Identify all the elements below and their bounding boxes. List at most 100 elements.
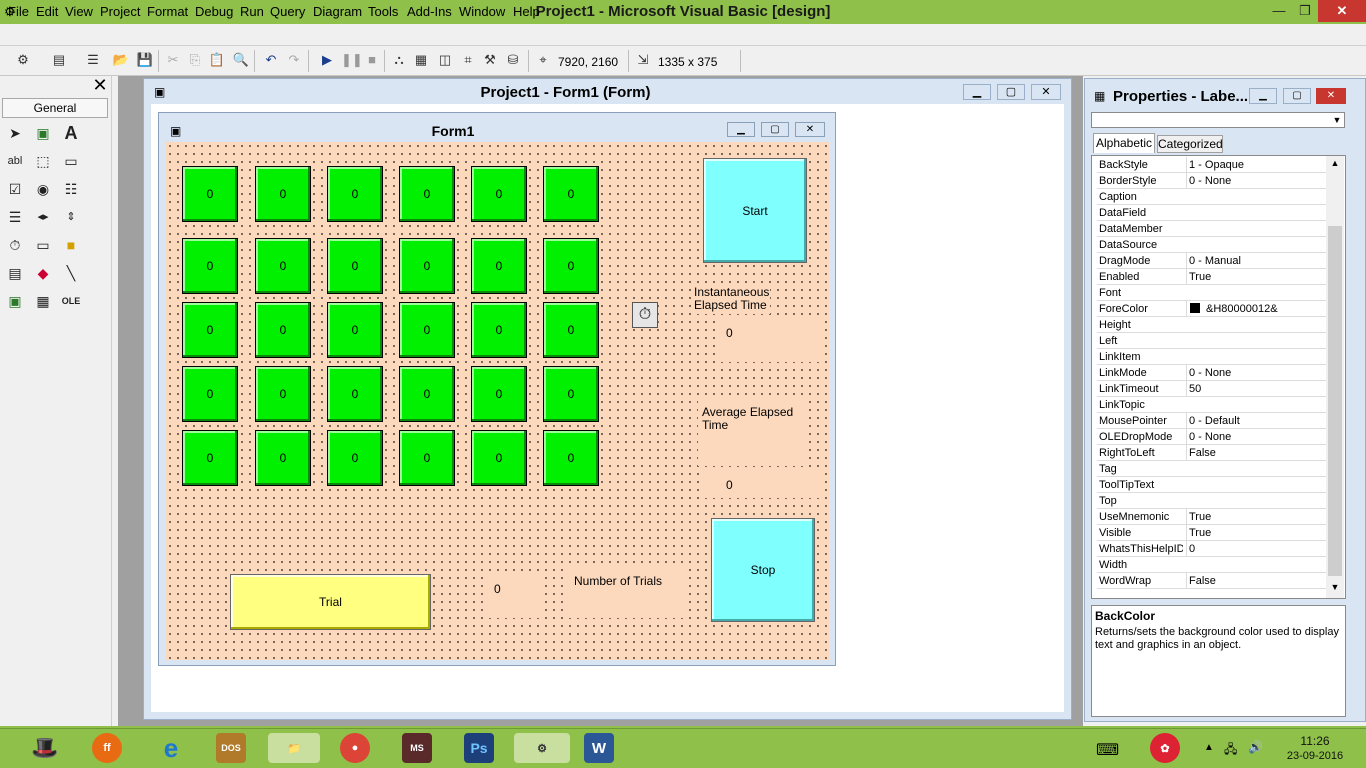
scroll-thumb[interactable] (1328, 226, 1342, 576)
property-row[interactable]: Visible True (1097, 525, 1326, 541)
ole-icon[interactable]: OLE (60, 290, 82, 312)
property-value[interactable]: 0 - None (1186, 173, 1326, 189)
tile-label[interactable]: 0 (471, 302, 527, 358)
property-value[interactable]: False (1186, 445, 1326, 461)
tile-label[interactable]: 0 (182, 302, 238, 358)
tile-label[interactable]: 0 (543, 238, 599, 294)
menu-help[interactable]: Help (513, 4, 540, 19)
menu-editor-icon[interactable]: ☰ (84, 51, 102, 69)
tab-categorized[interactable]: Categorized (1157, 135, 1223, 153)
property-value[interactable]: 1 - Opaque (1186, 157, 1326, 173)
tile-label[interactable]: 0 (327, 366, 383, 422)
save-project-icon[interactable]: 💾 (136, 51, 154, 69)
property-row[interactable]: Height (1097, 317, 1326, 333)
close-icon[interactable]: ✕ (92, 76, 108, 94)
tile-label[interactable]: 0 (255, 430, 311, 486)
label-icon[interactable]: A (60, 122, 82, 144)
notification-app-icon[interactable]: ✿ (1150, 733, 1180, 763)
property-row[interactable]: Font (1097, 285, 1326, 301)
tile-label[interactable]: 0 (255, 166, 311, 222)
property-row[interactable]: Enabled True (1097, 269, 1326, 285)
listbox-icon[interactable]: ☰ (4, 206, 26, 228)
property-value[interactable]: 50 (1186, 381, 1326, 397)
menu-file[interactable]: File (8, 4, 29, 19)
object-combo[interactable] (1091, 112, 1345, 128)
tile-label[interactable]: 0 (399, 238, 455, 294)
find-icon[interactable]: 🔍 (232, 51, 250, 69)
menu-tools[interactable]: Tools (368, 4, 398, 19)
project-explorer-icon[interactable]: ⛬ (390, 51, 408, 69)
scroll-up-icon[interactable]: ▲ (1328, 158, 1342, 172)
dosbox-icon[interactable]: DOS (216, 733, 246, 763)
pause-icon[interactable]: ❚❚ (341, 51, 363, 69)
drivelistbox-icon[interactable]: ▭ (32, 234, 54, 256)
data-view-icon[interactable]: ⛁ (504, 51, 522, 69)
maximize-icon[interactable]: ▢ (997, 84, 1025, 100)
property-value[interactable]: True (1186, 509, 1326, 525)
tile-label[interactable]: 0 (327, 166, 383, 222)
minimize-icon[interactable]: ▁ (963, 84, 991, 100)
volume-icon[interactable]: 🔊 (1248, 740, 1263, 754)
tile-label[interactable]: 0 (182, 166, 238, 222)
keyboard-icon[interactable]: ⌨ (1096, 740, 1119, 760)
close-icon[interactable]: ✕ (1318, 0, 1366, 22)
visual-basic-icon[interactable]: ⚙ (514, 733, 570, 763)
word-icon[interactable]: W (584, 733, 614, 763)
stop-icon[interactable]: ■ (363, 51, 381, 69)
maximize-icon[interactable]: ▢ (1283, 88, 1311, 104)
maximize-icon[interactable]: ▢ (761, 122, 789, 137)
toolbox-icon[interactable]: ⚒ (481, 51, 499, 69)
tile-label[interactable]: 0 (543, 430, 599, 486)
ms-office-icon[interactable]: MS (402, 733, 432, 763)
undo-icon[interactable]: ↶ (262, 51, 280, 69)
frame-icon[interactable]: ⬚ (32, 150, 54, 172)
copy-icon[interactable]: ⎘ (186, 51, 204, 69)
dirlistbox-icon[interactable]: ■ (60, 234, 82, 256)
tile-label[interactable]: 0 (543, 166, 599, 222)
tile-label[interactable]: 0 (471, 166, 527, 222)
property-row[interactable]: Tag (1097, 461, 1326, 477)
menu-view[interactable]: View (65, 4, 93, 19)
tile-label[interactable]: 0 (543, 302, 599, 358)
tile-label[interactable]: 0 (182, 238, 238, 294)
add-form-icon[interactable]: ▤ (50, 51, 68, 69)
tab-alphabetic[interactable]: Alphabetic (1093, 133, 1155, 153)
property-value[interactable]: &H80000012& (1186, 301, 1326, 317)
image-icon[interactable]: ▣ (4, 290, 26, 312)
property-row[interactable]: DataSource (1097, 237, 1326, 253)
cut-icon[interactable]: ✂ (164, 51, 182, 69)
close-icon[interactable]: ✕ (1316, 88, 1346, 104)
trial-button[interactable]: Trial (230, 574, 431, 630)
property-row[interactable]: BackStyle 1 - Opaque (1097, 157, 1326, 173)
tile-label[interactable]: 0 (255, 302, 311, 358)
clock-date[interactable]: 23-09-2016 (1283, 750, 1347, 762)
property-row[interactable]: DataField (1097, 205, 1326, 221)
textbox-icon[interactable]: abl (4, 150, 26, 172)
property-row[interactable]: ForeColor &H80000012& (1097, 301, 1326, 317)
property-row[interactable]: DataMember (1097, 221, 1326, 237)
property-value[interactable]: True (1186, 269, 1326, 285)
property-row[interactable]: Left (1097, 333, 1326, 349)
property-row[interactable]: Width (1097, 557, 1326, 573)
hscrollbar-icon[interactable]: ◂▸ (32, 206, 54, 228)
property-value[interactable]: 0 - Default (1186, 413, 1326, 429)
tile-label[interactable]: 0 (255, 238, 311, 294)
tile-label[interactable]: 0 (399, 430, 455, 486)
restore-icon[interactable]: ❐ (1292, 0, 1318, 22)
chevron-down-icon[interactable]: ▼ (1330, 113, 1344, 127)
property-row[interactable]: Caption (1097, 189, 1326, 205)
tile-label[interactable]: 0 (399, 302, 455, 358)
run-icon[interactable]: ▶ (318, 51, 336, 69)
chevron-up-icon[interactable]: ▲ (1204, 742, 1214, 753)
menu-run[interactable]: Run (240, 4, 264, 19)
vscrollbar-icon[interactable]: ⇕ (60, 206, 82, 228)
tile-label[interactable]: 0 (471, 238, 527, 294)
menu-format[interactable]: Format (147, 4, 188, 19)
property-row[interactable]: OLEDropMode 0 - None (1097, 429, 1326, 445)
property-row[interactable]: UseMnemonic True (1097, 509, 1326, 525)
minimize-icon[interactable]: ▁ (727, 122, 755, 137)
menu-query[interactable]: Query (270, 4, 305, 19)
hat-app-icon[interactable]: 🎩 (30, 733, 60, 763)
toolbox-tab-general[interactable]: General (2, 98, 108, 118)
property-value[interactable]: 0 - None (1186, 429, 1326, 445)
